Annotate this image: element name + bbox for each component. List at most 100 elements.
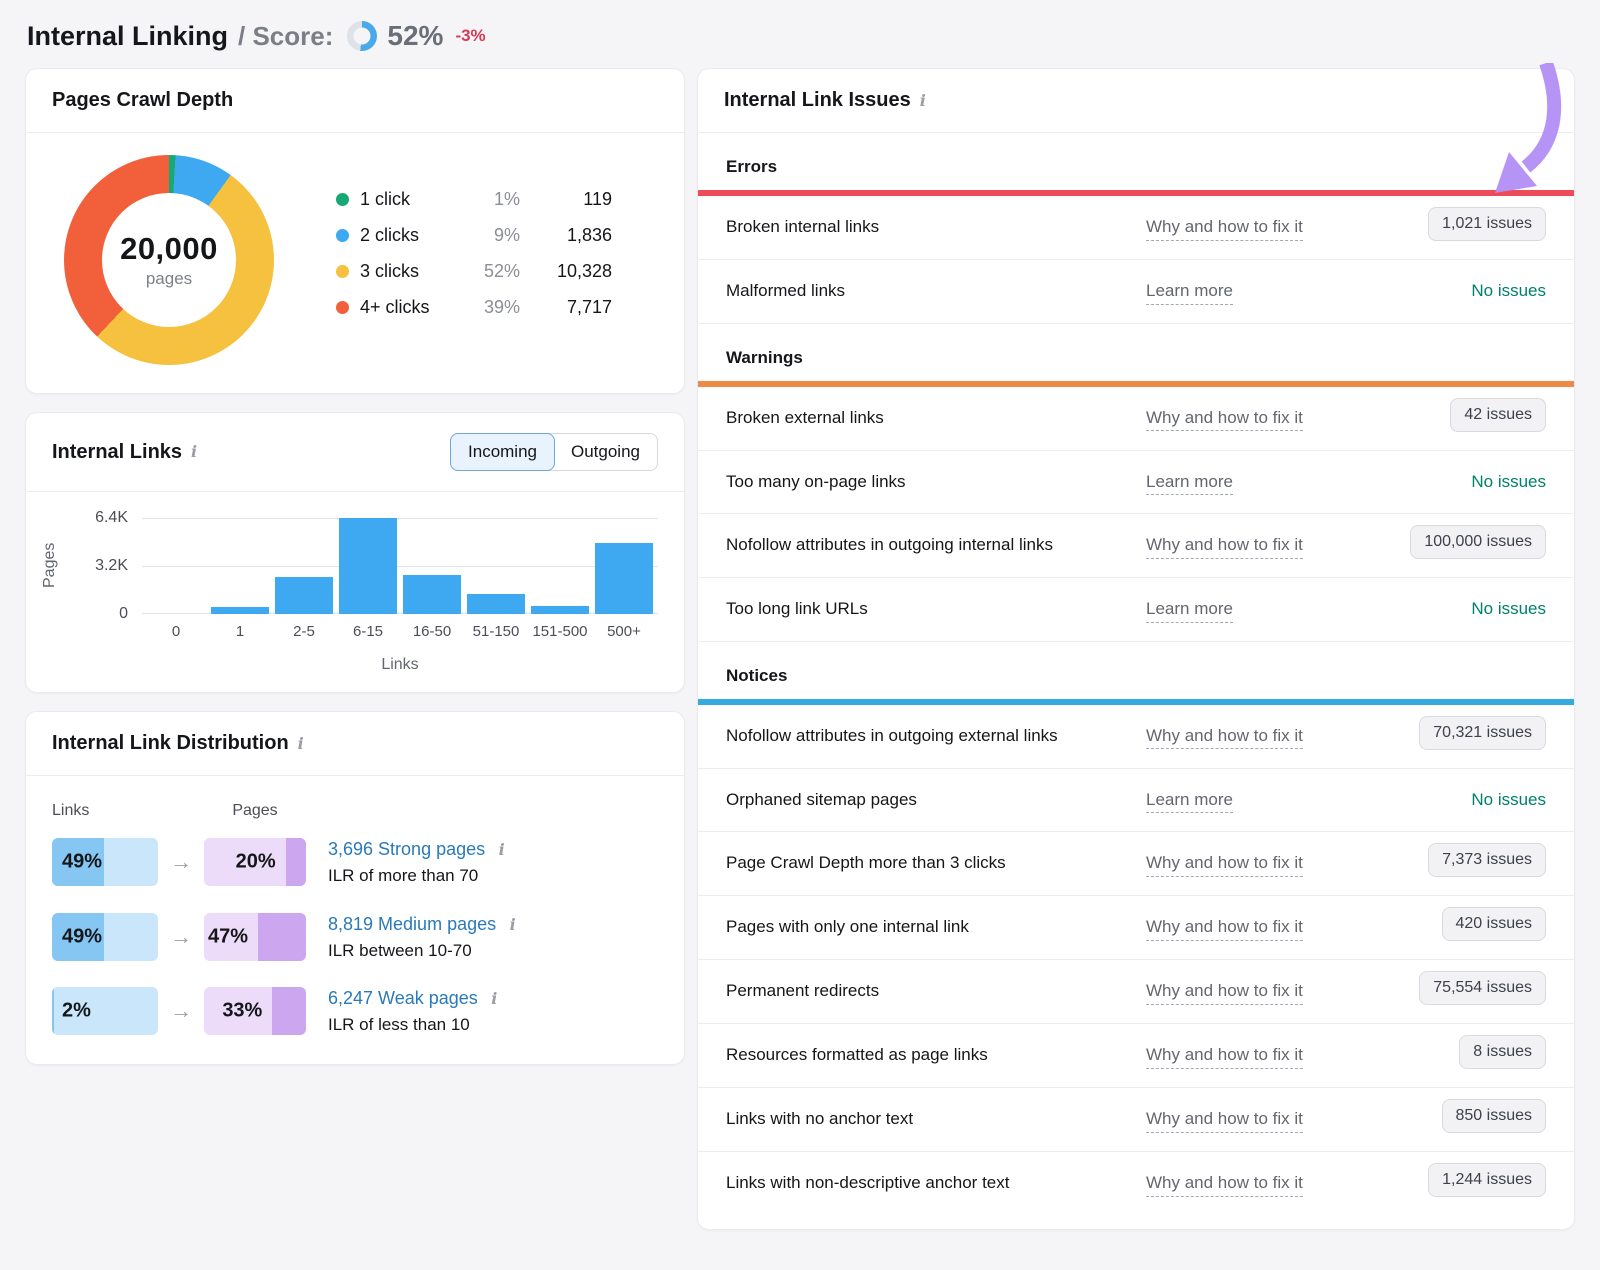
legend-row: 3 clicks 52% 10,328 — [336, 261, 612, 282]
legend-dot-icon — [336, 193, 349, 206]
x-tick: 2-5 — [272, 623, 336, 640]
issues-count-chip[interactable]: 8 issues — [1459, 1035, 1546, 1069]
info-icon[interactable]: i — [298, 736, 304, 752]
info-icon[interactable]: i — [510, 917, 516, 933]
distribution-rows: 49% → 20% 3,696 Strong pages — [52, 836, 658, 1038]
legend-dot-icon — [336, 301, 349, 314]
bar-column — [208, 518, 272, 614]
arrow-right-icon: → — [158, 849, 204, 875]
incoming-outgoing-toggle: Incoming Outgoing — [450, 433, 658, 471]
issue-row: Permanent redirects Why and how to fix i… — [698, 960, 1574, 1024]
distribution-title: Internal Link Distribution — [52, 732, 289, 755]
issue-help-link[interactable]: Why and how to fix it — [1146, 850, 1303, 877]
issue-help-link[interactable]: Learn more — [1146, 278, 1233, 305]
x-tick: 6-15 — [336, 623, 400, 640]
x-axis-label: Links — [52, 656, 658, 674]
legend-value: 10,328 — [520, 261, 612, 282]
issue-help-link[interactable]: Learn more — [1146, 787, 1233, 814]
pages-group-link[interactable]: 3,696 Strong pages — [328, 839, 485, 859]
issue-label: Broken external links — [726, 405, 1146, 431]
issue-help-link[interactable]: Learn more — [1146, 596, 1233, 623]
issue-help-link[interactable]: Learn more — [1146, 469, 1233, 496]
bar — [595, 543, 653, 614]
pages-group-link[interactable]: 8,819 Medium pages — [328, 914, 496, 934]
x-tick: 1 — [208, 623, 272, 640]
issues-count-chip[interactable]: 75,554 issues — [1419, 971, 1546, 1005]
pages-group-link[interactable]: 6,247 Weak pages — [328, 988, 478, 1008]
distribution-row-text: 6,247 Weak pages i ILR of less than 10 — [328, 985, 497, 1038]
issue-row: Pages with only one internal link Why an… — [698, 896, 1574, 960]
info-icon[interactable]: i — [499, 842, 505, 858]
issue-status: 7,373 issues — [1428, 850, 1546, 877]
issue-label: Nofollow attributes in outgoing external… — [726, 723, 1146, 749]
issues-section: Warnings Broken external links Why and h… — [698, 324, 1574, 642]
score-delta: -3% — [455, 26, 485, 46]
issue-status: 1,244 issues — [1428, 1170, 1546, 1197]
issue-help-link[interactable]: Why and how to fix it — [1146, 405, 1303, 432]
issue-label: Pages with only one internal link — [726, 914, 1146, 940]
section-rows: Broken external links Why and how to fix… — [698, 387, 1574, 642]
issue-status: No issues — [1471, 787, 1546, 813]
legend-percent: 39% — [460, 297, 520, 318]
issues-count-chip[interactable]: 100,000 issues — [1410, 525, 1546, 559]
bar-column — [464, 518, 528, 614]
issues-count-chip[interactable]: 850 issues — [1442, 1099, 1547, 1133]
issue-help-link[interactable]: Why and how to fix it — [1146, 214, 1303, 241]
distribution-column-headers: Links Pages — [52, 802, 658, 824]
x-tick: 16-50 — [400, 623, 464, 640]
info-icon[interactable]: i — [491, 991, 497, 1007]
donut-center: 20,000 pages — [64, 155, 274, 365]
y-tick: 3.2K — [95, 557, 128, 575]
issue-row: Nofollow attributes in outgoing internal… — [698, 514, 1574, 578]
issues-count-chip[interactable]: 1,244 issues — [1428, 1163, 1546, 1197]
issues-count-chip[interactable]: 420 issues — [1442, 907, 1547, 941]
pages-share-percent: 33% — [222, 1000, 262, 1023]
legend-percent: 52% — [460, 261, 520, 282]
ilr-description: ILR between 10-70 — [328, 938, 516, 964]
issues-section: Errors Broken internal links Why and how… — [698, 133, 1574, 324]
issues-count-chip[interactable]: 70,321 issues — [1419, 716, 1546, 750]
issue-label: Page Crawl Depth more than 3 clicks — [726, 850, 1146, 876]
info-icon[interactable]: i — [191, 444, 197, 460]
bar — [403, 575, 461, 614]
internal-links-bar-chart: Pages 6.4K 3.2K 0 — [26, 492, 684, 692]
legend-label: 1 click — [360, 189, 460, 210]
no-issues-status: No issues — [1471, 472, 1546, 491]
distribution-row-text: 8,819 Medium pages i ILR between 10-70 — [328, 911, 516, 964]
issue-help-link[interactable]: Why and how to fix it — [1146, 1106, 1303, 1133]
issue-label: Resources formatted as page links — [726, 1042, 1146, 1068]
issue-help-link[interactable]: Why and how to fix it — [1146, 1042, 1303, 1069]
section-header: Errors — [698, 133, 1574, 190]
issue-help-link[interactable]: Why and how to fix it — [1146, 914, 1303, 941]
issue-help-link[interactable]: Why and how to fix it — [1146, 532, 1303, 559]
x-axis: 012-56-1516-5051-150151-500500+ — [142, 623, 658, 640]
bar — [531, 606, 589, 614]
section-rows: Nofollow attributes in outgoing external… — [698, 705, 1574, 1216]
links-share-percent: 49% — [62, 851, 102, 874]
issue-label: Permanent redirects — [726, 978, 1146, 1004]
bar — [275, 577, 333, 615]
crawl-depth-title: Pages Crawl Depth — [52, 89, 233, 112]
issue-row: Malformed links Learn more No issues — [698, 260, 1574, 324]
issue-help-link[interactable]: Why and how to fix it — [1146, 1170, 1303, 1197]
issue-label: Too long link URLs — [726, 596, 1146, 622]
issues-count-chip[interactable]: 42 issues — [1450, 398, 1546, 432]
bar-column — [272, 518, 336, 614]
pages-column-header: Pages — [204, 802, 306, 820]
info-icon[interactable]: i — [920, 93, 926, 109]
legend-row: 2 clicks 9% 1,836 — [336, 225, 612, 246]
tab-outgoing[interactable]: Outgoing — [554, 434, 657, 470]
tab-incoming[interactable]: Incoming — [450, 433, 555, 471]
arrow-right-icon: → — [158, 998, 204, 1024]
issues-count-chip[interactable]: 7,373 issues — [1428, 843, 1546, 877]
internal-links-card: Internal Links i Incoming Outgoing Pages… — [25, 412, 685, 693]
legend-dot-icon — [336, 265, 349, 278]
issue-help-link[interactable]: Why and how to fix it — [1146, 978, 1303, 1005]
internal-links-title: Internal Links — [52, 441, 182, 464]
issue-help-link[interactable]: Why and how to fix it — [1146, 723, 1303, 750]
issues-count-chip[interactable]: 1,021 issues — [1428, 207, 1546, 241]
y-tick: 6.4K — [95, 509, 128, 527]
issue-label: Links with no anchor text — [726, 1106, 1146, 1132]
issue-status: 1,021 issues — [1428, 214, 1546, 241]
issues-title: Internal Link Issues — [724, 89, 911, 112]
